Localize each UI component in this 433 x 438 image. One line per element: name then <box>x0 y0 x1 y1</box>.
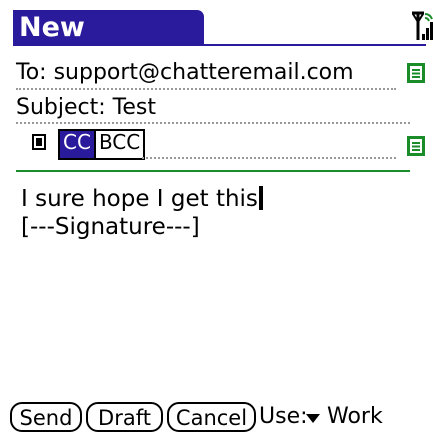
cc-bcc-selector[interactable]: CC BCC <box>58 129 146 160</box>
to-field[interactable]: To: support@chatteremail.com <box>16 60 393 85</box>
draft-button[interactable]: Draft <box>86 402 163 432</box>
message-body[interactable]: I sure hope I get this [---Signature---] <box>21 185 263 241</box>
to-value[interactable]: support@chatteremail.com <box>54 60 354 85</box>
cc-tab[interactable]: CC <box>60 131 94 158</box>
dropdown-arrow-icon[interactable] <box>306 414 320 423</box>
cancel-button[interactable]: Cancel <box>167 402 256 432</box>
send-button[interactable]: Send <box>10 402 82 432</box>
account-select[interactable]: Work <box>327 404 383 429</box>
body-line-1: I sure hope I get this <box>21 186 258 212</box>
text-cursor <box>258 186 263 210</box>
bcc-tab[interactable]: BCC <box>93 131 144 158</box>
subject-label: Subject: <box>16 95 106 120</box>
title-underline <box>204 44 426 46</box>
subject-field[interactable]: Subject: Test <box>16 95 393 120</box>
signal-icon <box>412 11 433 40</box>
address-book-icon[interactable] <box>407 136 425 156</box>
cc-underline <box>142 157 396 159</box>
address-book-icon[interactable] <box>407 63 425 83</box>
body-line-2: [---Signature---] <box>21 214 200 240</box>
header-separator <box>16 170 410 172</box>
to-underline <box>16 88 396 90</box>
subject-underline <box>16 122 410 124</box>
title-bar: New Message <box>13 10 433 79</box>
page-title[interactable]: New Message <box>13 10 204 79</box>
subject-value[interactable]: Test <box>113 95 156 120</box>
attachment-icon[interactable] <box>32 134 46 150</box>
account-label: Use: <box>259 404 308 429</box>
to-label: To: <box>16 60 47 85</box>
